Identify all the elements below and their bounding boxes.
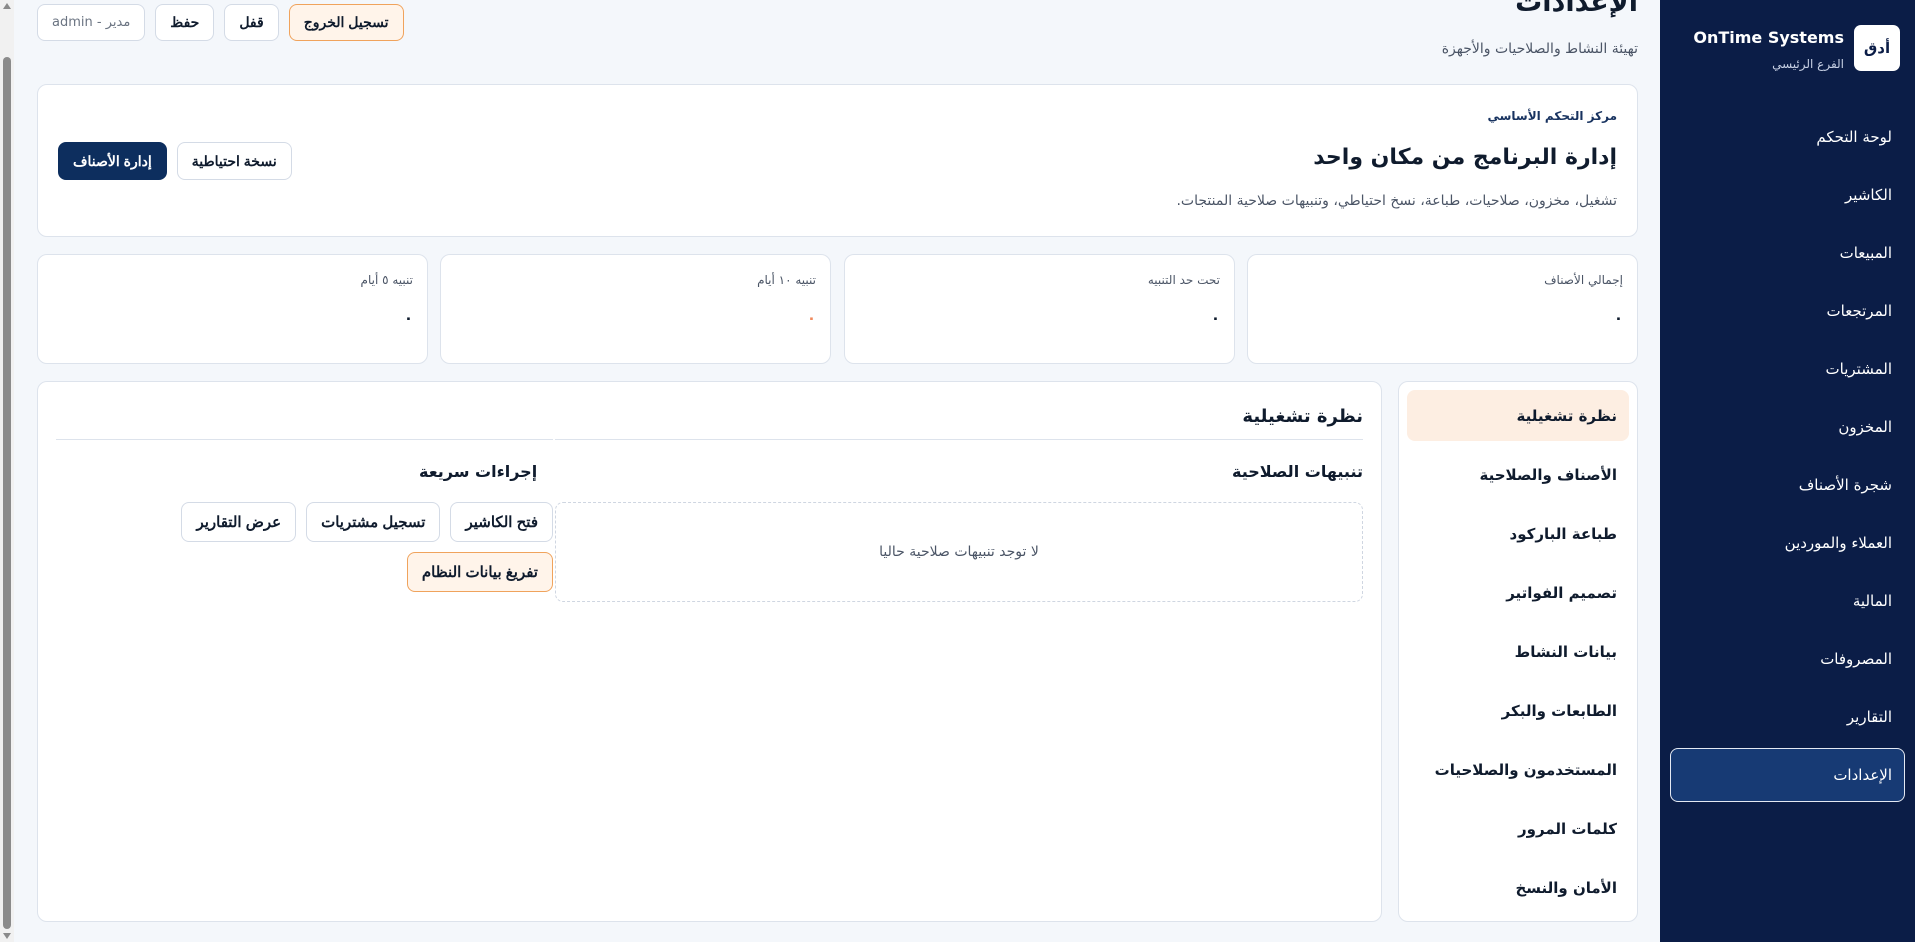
- panel-title: نظرة تشغيلية: [1242, 406, 1363, 427]
- quick-actions-title: إجراءات سريعة: [419, 462, 538, 481]
- sidebar-item-reports[interactable]: التقارير: [1670, 690, 1905, 744]
- sidebar-item-category-tree[interactable]: شجرة الأصناف: [1670, 458, 1905, 512]
- backup-button[interactable]: نسخة احتياطية: [176, 142, 292, 180]
- hero-title: إدارة البرنامج من مكان واحد: [1313, 145, 1617, 170]
- scroll-thumb[interactable]: [3, 57, 11, 929]
- sidebar: أدق OnTime Systems الفرع الرئيسي لوحة ال…: [1660, 0, 1915, 942]
- subnav-item-barcode-printing[interactable]: طباعة الباركود: [1407, 508, 1629, 559]
- logout-button[interactable]: تسجيل الخروج: [288, 4, 404, 41]
- stat-card-below-threshold: تحت حد التنبيه ٠: [844, 254, 1235, 364]
- brand-logo-icon: أدق: [1854, 25, 1900, 71]
- subnav-item-security-backup[interactable]: الأمان والنسخ: [1407, 862, 1629, 913]
- sidebar-nav: لوحة التحكم الكاشير المبيعات المرتجعات ا…: [1670, 110, 1905, 806]
- stat-label: إجمالي الأصناف: [1544, 273, 1623, 287]
- subnav-item-invoice-design[interactable]: تصميم الفواتير: [1407, 567, 1629, 618]
- stat-value: ٠: [1613, 309, 1623, 327]
- expiry-alerts-title: تنبيهات الصلاحية: [1232, 462, 1363, 481]
- quick-actions: فتح الكاشير تسجيل مشتريات عرض التقارير ت…: [56, 502, 553, 592]
- subnav-item-items-expiry[interactable]: الأصناف والصلاحية: [1407, 449, 1629, 500]
- sidebar-item-settings[interactable]: الإعدادات: [1670, 748, 1905, 802]
- hero-description: تشغيل، مخزون، صلاحيات، طباعة، نسخ احتياط…: [1176, 193, 1617, 209]
- stat-value: ٠: [1210, 309, 1220, 327]
- sidebar-item-expenses[interactable]: المصروفات: [1670, 632, 1905, 686]
- subnav-item-printers[interactable]: الطابعات والبكر: [1407, 685, 1629, 736]
- sidebar-item-dashboard[interactable]: لوحة التحكم: [1670, 110, 1905, 164]
- control-center-card: مركز التحكم الأساسي إدارة البرنامج من مك…: [37, 84, 1638, 237]
- stat-label: تنبيه ٥ أيام: [360, 273, 413, 287]
- clear-system-data-button[interactable]: تفريغ بيانات النظام: [406, 552, 553, 592]
- brand-title: OnTime Systems: [1693, 28, 1844, 47]
- sidebar-item-purchases[interactable]: المشتريات: [1670, 342, 1905, 396]
- sidebar-item-cashier[interactable]: الكاشير: [1670, 168, 1905, 222]
- lock-button[interactable]: قفل: [224, 4, 279, 41]
- record-purchases-button[interactable]: تسجيل مشتريات: [306, 502, 441, 542]
- subnav-item-users-permissions[interactable]: المستخدمون والصلاحيات: [1407, 744, 1629, 795]
- topbar-actions: admin - مدير حفظ قفل تسجيل الخروج: [37, 4, 404, 41]
- settings-subnav: نظرة تشغيلية الأصناف والصلاحية طباعة الب…: [1398, 381, 1638, 922]
- expiry-alerts-empty-state: لا توجد تنبيهات صلاحية حاليا: [555, 502, 1363, 602]
- page-title: الإعدادات: [1515, 0, 1638, 18]
- stat-label: تنبيه ١٠ أيام: [757, 273, 816, 287]
- sidebar-item-customers-suppliers[interactable]: العملاء والموردين: [1670, 516, 1905, 570]
- hero-actions: إدارة الأصناف نسخة احتياطية: [58, 142, 292, 180]
- open-cashier-button[interactable]: فتح الكاشير: [450, 502, 553, 542]
- brand: أدق OnTime Systems الفرع الرئيسي: [1693, 25, 1900, 71]
- stat-label: تحت حد التنبيه: [1147, 273, 1220, 287]
- page-scrollbar[interactable]: [0, 0, 14, 942]
- subnav-item-business-data[interactable]: بيانات النشاط: [1407, 626, 1629, 677]
- sidebar-item-finance[interactable]: المالية: [1670, 574, 1905, 628]
- current-user-chip: admin - مدير: [37, 4, 146, 41]
- overview-panel: نظرة تشغيلية تنبيهات الصلاحية لا توجد تن…: [37, 381, 1382, 922]
- scroll-up-arrow-icon[interactable]: [3, 3, 11, 9]
- stat-card-5-day-alert: تنبيه ٥ أيام ٠: [37, 254, 428, 364]
- manage-items-button[interactable]: إدارة الأصناف: [58, 142, 167, 180]
- stat-value: ٠: [806, 309, 816, 327]
- subnav-item-passwords[interactable]: كلمات المرور: [1407, 803, 1629, 854]
- sidebar-item-inventory[interactable]: المخزون: [1670, 400, 1905, 454]
- sidebar-item-sales[interactable]: المبيعات: [1670, 226, 1905, 280]
- stat-value: ٠: [403, 309, 413, 327]
- stat-card-total-items: إجمالي الأصناف ٠: [1247, 254, 1638, 364]
- brand-text: OnTime Systems الفرع الرئيسي: [1693, 25, 1844, 71]
- page-subtitle: تهيئة النشاط والصلاحيات والأجهزة: [1441, 41, 1638, 57]
- subnav-item-overview[interactable]: نظرة تشغيلية: [1407, 390, 1629, 441]
- save-button[interactable]: حفظ: [155, 4, 215, 41]
- stat-card-10-day-alert: تنبيه ١٠ أيام ٠: [440, 254, 831, 364]
- brand-subtitle: الفرع الرئيسي: [1772, 57, 1844, 71]
- divider: [56, 439, 553, 440]
- view-reports-button[interactable]: عرض التقارير: [181, 502, 297, 542]
- hero-eyebrow: مركز التحكم الأساسي: [1487, 109, 1617, 123]
- scroll-down-arrow-icon[interactable]: [3, 933, 11, 939]
- divider: [555, 439, 1363, 440]
- sidebar-item-returns[interactable]: المرتجعات: [1670, 284, 1905, 338]
